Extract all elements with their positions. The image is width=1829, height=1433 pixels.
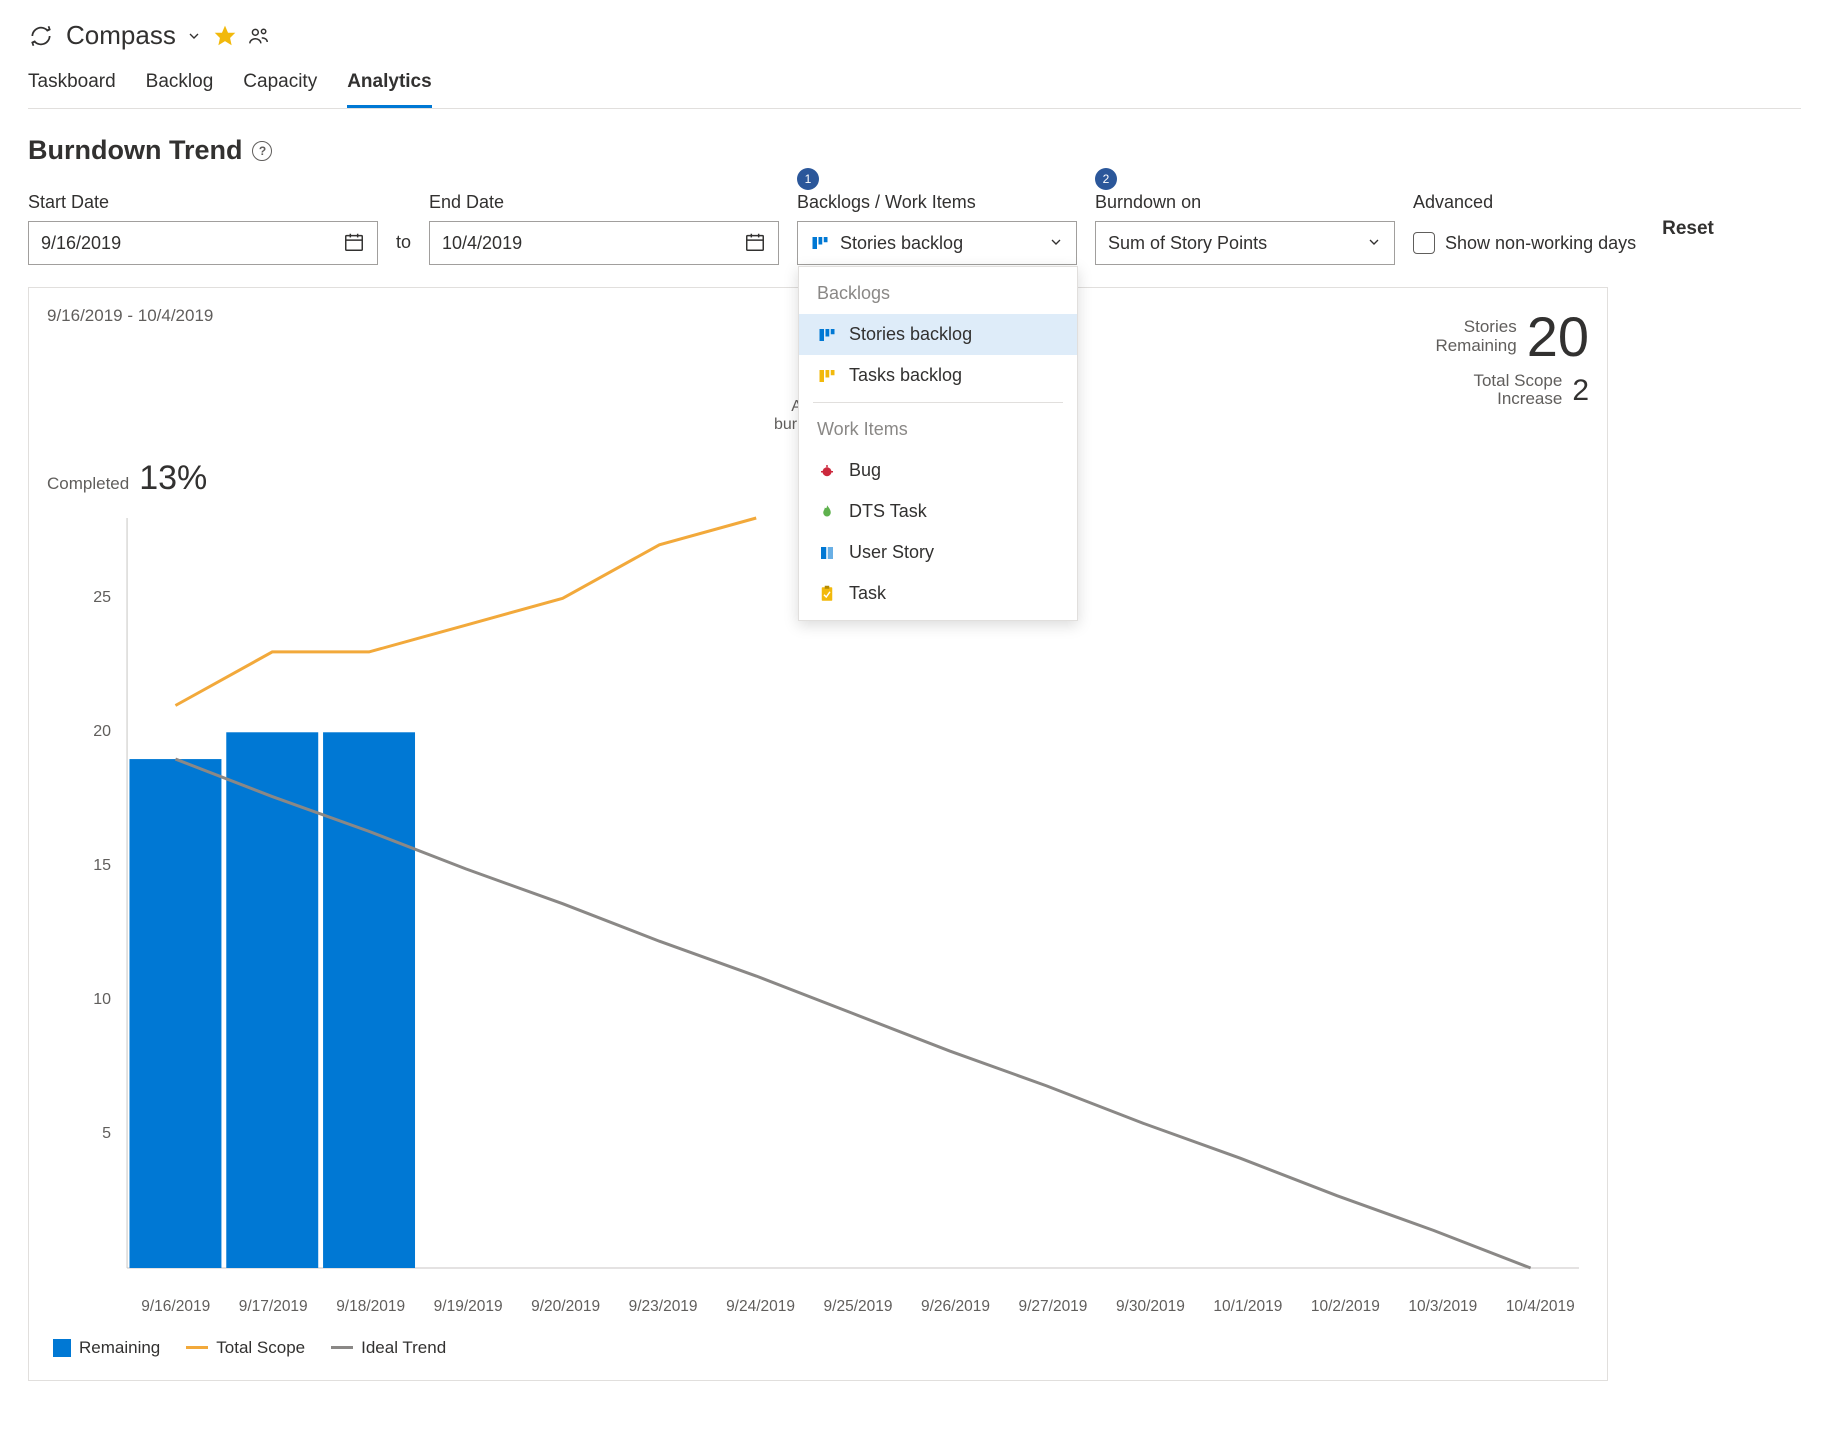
help-icon[interactable]: ? (252, 141, 272, 161)
backlogs-label: Backlogs / Work Items (797, 192, 1077, 213)
project-picker[interactable]: Compass (66, 20, 202, 51)
tab-capacity[interactable]: Capacity (243, 71, 317, 108)
dropdown-item-dts-task[interactable]: DTS Task (799, 491, 1077, 532)
tab-analytics[interactable]: Analytics (347, 71, 431, 108)
kanban-icon (810, 233, 830, 253)
backlogs-select[interactable]: Stories backlog Backlogs Stories backlog… (797, 221, 1077, 265)
team-icon[interactable] (248, 25, 270, 47)
dropdown-item-bug[interactable]: Bug (799, 450, 1077, 491)
dropdown-item-label: Stories backlog (849, 324, 972, 345)
kanban-icon (817, 366, 837, 386)
backlogs-dropdown: Backlogs Stories backlog Tasks backlog W… (798, 266, 1078, 621)
show-nonworking-label: Show non-working days (1445, 233, 1636, 254)
total-scope-increase-label-top: Total Scope (1473, 372, 1562, 391)
dropdown-item-label: Tasks backlog (849, 365, 962, 386)
flame-icon (817, 502, 837, 522)
burndown-plot: 510152025 9/16/20199/17/20199/18/20199/1… (87, 508, 1589, 1288)
filter-bar: Start Date 9/16/2019 to End Date 10/4/20… (28, 192, 1801, 265)
legend-ideal-trend: Ideal Trend (331, 1338, 446, 1358)
kanban-icon (817, 325, 837, 345)
chart-date-range: 9/16/2019 - 10/4/2019 (47, 306, 213, 326)
dropdown-group-backlogs: Backlogs (799, 273, 1077, 314)
page-tabs: Taskboard Backlog Capacity Analytics (28, 71, 1801, 109)
step-badge-1: 1 (797, 168, 819, 190)
bug-icon (817, 461, 837, 481)
backlogs-value: Stories backlog (840, 233, 963, 254)
dropdown-item-label: DTS Task (849, 501, 927, 522)
date-range-separator: to (396, 232, 411, 265)
total-scope-increase-value: 2 (1572, 374, 1589, 407)
total-scope-increase-label-bottom: Increase (1473, 390, 1562, 409)
completed-value: 13% (139, 459, 207, 498)
burndown-on-label: Burndown on (1095, 192, 1395, 213)
project-name: Compass (66, 20, 176, 51)
section-title: Burndown Trend ? (28, 135, 1801, 166)
section-title-text: Burndown Trend (28, 135, 242, 166)
chevron-down-icon (186, 28, 202, 44)
tab-backlog[interactable]: Backlog (146, 71, 214, 108)
chart-legend: Remaining Total Scope Ideal Trend (53, 1338, 1589, 1358)
show-nonworking-checkbox[interactable] (1413, 232, 1435, 254)
dropdown-group-workitems: Work Items (799, 409, 1077, 450)
start-date-label: Start Date (28, 192, 378, 213)
book-icon (817, 543, 837, 563)
stories-remaining-label-top: Stories (1435, 318, 1516, 337)
advanced-label: Advanced (1413, 192, 1636, 213)
clipboard-icon (817, 584, 837, 604)
legend-total-scope: Total Scope (186, 1338, 305, 1358)
reset-button[interactable]: Reset (1662, 218, 1714, 240)
legend-remaining: Remaining (53, 1338, 160, 1358)
favorite-star-icon[interactable] (214, 25, 236, 47)
start-date-value: 9/16/2019 (41, 233, 121, 254)
stories-remaining-value: 20 (1527, 306, 1589, 368)
chevron-down-icon (1366, 234, 1382, 253)
completed-label: Completed (47, 474, 129, 494)
end-date-label: End Date (429, 192, 779, 213)
dropdown-separator (813, 402, 1063, 403)
stories-remaining-label-bottom: Remaining (1435, 337, 1516, 356)
dropdown-item-label: Bug (849, 460, 881, 481)
dropdown-item-label: Task (849, 583, 886, 604)
chevron-down-icon (1048, 234, 1064, 253)
dropdown-item-tasks-backlog[interactable]: Tasks backlog (799, 355, 1077, 396)
dropdown-item-task[interactable]: Task (799, 573, 1077, 614)
project-header: Compass (28, 20, 1801, 51)
burndown-on-select[interactable]: Sum of Story Points (1095, 221, 1395, 265)
burndown-on-value: Sum of Story Points (1108, 233, 1267, 254)
dropdown-item-stories-backlog[interactable]: Stories backlog (799, 314, 1077, 355)
start-date-picker[interactable]: 9/16/2019 (28, 221, 378, 265)
calendar-icon (744, 231, 766, 256)
end-date-value: 10/4/2019 (442, 233, 522, 254)
end-date-picker[interactable]: 10/4/2019 (429, 221, 779, 265)
iteration-icon (28, 23, 54, 49)
dropdown-item-label: User Story (849, 542, 934, 563)
tab-taskboard[interactable]: Taskboard (28, 71, 116, 108)
calendar-icon (343, 231, 365, 256)
step-badge-2: 2 (1095, 168, 1117, 190)
dropdown-item-user-story[interactable]: User Story (799, 532, 1077, 573)
